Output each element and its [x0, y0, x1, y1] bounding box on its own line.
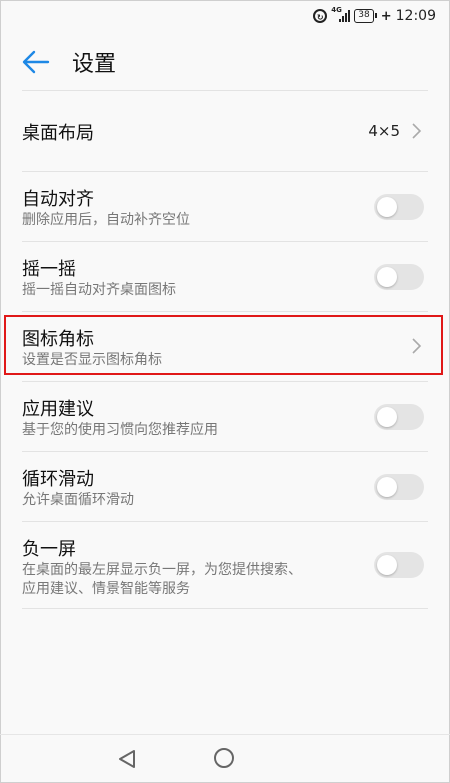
network-type: 4G	[331, 6, 342, 14]
battery-icon: 38	[354, 9, 378, 23]
setting-subtitle: 允许桌面循环滑动	[22, 492, 134, 508]
charging-icon: +	[380, 8, 392, 24]
nav-home-icon[interactable]	[214, 748, 234, 768]
shake-toggle[interactable]	[374, 264, 424, 290]
setting-icon-badge[interactable]: 图标角标 设置是否显示图标角标	[0, 312, 450, 381]
app-header: 设置	[0, 34, 450, 90]
back-arrow-icon[interactable]	[22, 50, 50, 74]
setting-title: 自动对齐	[22, 189, 94, 210]
sync-icon: ↻	[313, 9, 328, 23]
setting-title: 图标角标	[22, 329, 94, 350]
setting-minus-one-screen[interactable]: 负一屏 在桌面的最左屏显示负一屏，为您提供搜索、 应用建议、情景智能等服务	[0, 522, 450, 608]
divider	[22, 608, 428, 609]
setting-subtitle: 设置是否显示图标角标	[22, 352, 162, 368]
signal-icon: 4G	[331, 6, 351, 22]
setting-app-suggestions[interactable]: 应用建议 基于您的使用习惯向您推荐应用	[0, 382, 450, 451]
auto-align-toggle[interactable]	[374, 194, 424, 220]
setting-title: 桌面布局	[22, 123, 94, 144]
setting-subtitle-line1: 在桌面的最左屏显示负一屏，为您提供搜索、	[22, 562, 302, 578]
setting-auto-align[interactable]: 自动对齐 删除应用后，自动补齐空位	[0, 172, 450, 241]
setting-title: 循环滑动	[22, 469, 94, 490]
setting-desktop-layout[interactable]: 桌面布局 4×5	[0, 91, 450, 171]
setting-title: 摇一摇	[22, 259, 76, 280]
settings-list: 桌面布局 4×5 自动对齐 删除应用后，自动补齐空位 摇一摇 摇一摇自动对齐桌面…	[0, 90, 450, 609]
minus-one-screen-toggle[interactable]	[374, 552, 424, 578]
nav-back-icon[interactable]	[118, 749, 136, 769]
setting-subtitle: 基于您的使用习惯向您推荐应用	[22, 422, 218, 438]
setting-subtitle: 删除应用后，自动补齐空位	[22, 212, 190, 228]
battery-level: 38	[358, 10, 370, 20]
chevron-right-icon	[412, 123, 422, 139]
setting-title: 负一屏	[22, 539, 76, 560]
setting-shake[interactable]: 摇一摇 摇一摇自动对齐桌面图标	[0, 242, 450, 311]
setting-loop-scroll[interactable]: 循环滑动 允许桌面循环滑动	[0, 452, 450, 521]
app-suggestions-toggle[interactable]	[374, 404, 424, 430]
page-title: 设置	[72, 52, 117, 77]
status-bar: ↻ 4G 38 + 12:09	[0, 0, 450, 34]
chevron-right-icon	[412, 338, 422, 354]
setting-subtitle-line2: 应用建议、情景智能等服务	[22, 581, 190, 597]
setting-title: 应用建议	[22, 399, 94, 420]
status-time: 12:09	[395, 8, 436, 24]
loop-scroll-toggle[interactable]	[374, 474, 424, 500]
setting-value: 4×5	[368, 122, 400, 140]
setting-subtitle: 摇一摇自动对齐桌面图标	[22, 282, 176, 298]
navigation-bar	[0, 734, 450, 783]
